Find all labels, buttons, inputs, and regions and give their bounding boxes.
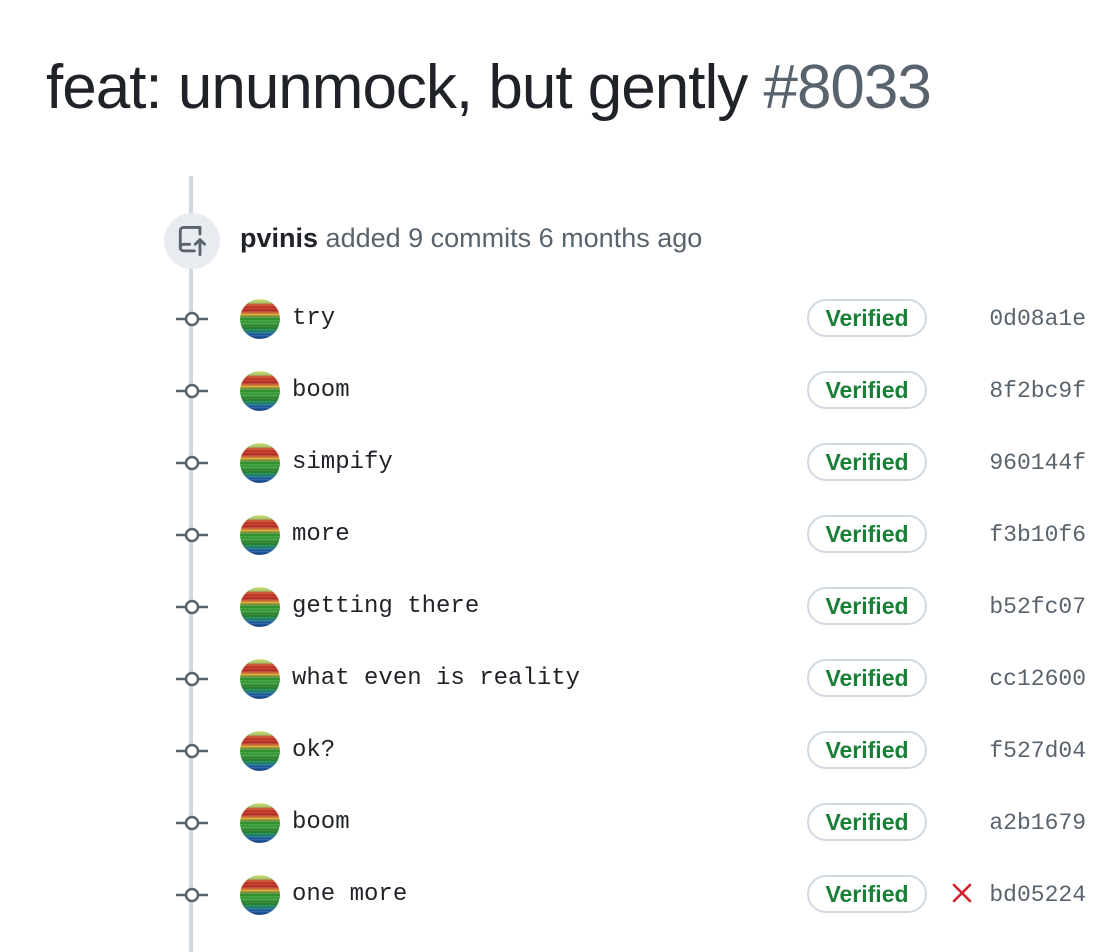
avatar[interactable] — [240, 875, 280, 915]
verified-badge[interactable]: Verified — [807, 371, 927, 409]
verified-badge[interactable]: Verified — [807, 587, 927, 625]
commit-sha-link[interactable]: f527d04 — [989, 735, 1086, 767]
commit-sha-link[interactable]: a2b1679 — [989, 807, 1086, 839]
push-icon — [178, 226, 207, 256]
avatar[interactable] — [240, 803, 280, 843]
commit-row: boom Verified 8f2bc9f — [0, 363, 1106, 419]
commit-sha-link[interactable]: f3b10f6 — [989, 519, 1086, 551]
commit-row: ok? Verified f527d04 — [0, 723, 1106, 779]
git-commit-icon — [176, 455, 208, 471]
avatar[interactable] — [240, 443, 280, 483]
commit-sha-link[interactable]: b52fc07 — [989, 591, 1086, 623]
avatar[interactable] — [240, 299, 280, 339]
git-commit-icon — [176, 527, 208, 543]
git-commit-icon — [176, 815, 208, 831]
verified-badge[interactable]: Verified — [807, 515, 927, 553]
event-author-link[interactable]: pvinis — [240, 223, 318, 253]
commit-message-link[interactable]: boom — [292, 807, 350, 839]
commit-message-link[interactable]: what even is reality — [292, 663, 580, 695]
commit-row: what even is reality Verified cc12600 — [0, 651, 1106, 707]
commit-row: one more Verified bd05224 — [0, 867, 1106, 923]
commit-sha-link[interactable]: 0d08a1e — [989, 303, 1086, 335]
avatar[interactable] — [240, 587, 280, 627]
x-icon[interactable] — [950, 881, 974, 905]
commit-sha-link[interactable]: cc12600 — [989, 663, 1086, 695]
commit-row: more Verified f3b10f6 — [0, 507, 1106, 563]
pr-title-text: feat: ununmock, but gently — [46, 53, 748, 122]
git-commit-icon — [176, 311, 208, 327]
commit-message-link[interactable]: ok? — [292, 735, 335, 767]
commit-row: simpify Verified 960144f — [0, 435, 1106, 491]
push-event-summary: pvinis added 9 commits 6 months ago — [240, 220, 702, 256]
commit-sha-link[interactable]: bd05224 — [989, 879, 1086, 911]
avatar[interactable] — [240, 515, 280, 555]
commit-sha-link[interactable]: 960144f — [989, 447, 1086, 479]
git-commit-icon — [176, 599, 208, 615]
verified-badge[interactable]: Verified — [807, 443, 927, 481]
verified-badge[interactable]: Verified — [807, 731, 927, 769]
git-commit-icon — [176, 671, 208, 687]
avatar[interactable] — [240, 731, 280, 771]
event-action-text: added 9 commits 6 months ago — [325, 223, 703, 253]
commit-message-link[interactable]: more — [292, 519, 350, 551]
commit-row: boom Verified a2b1679 — [0, 795, 1106, 851]
commit-message-link[interactable]: try — [292, 303, 335, 335]
commit-message-link[interactable]: simpify — [292, 447, 393, 479]
commit-sha-link[interactable]: 8f2bc9f — [989, 375, 1086, 407]
commit-message-link[interactable]: boom — [292, 375, 350, 407]
verified-badge[interactable]: Verified — [807, 875, 927, 913]
avatar[interactable] — [240, 659, 280, 699]
avatar[interactable] — [240, 371, 280, 411]
commit-message-link[interactable]: getting there — [292, 591, 479, 623]
commit-row: getting there Verified b52fc07 — [0, 579, 1106, 635]
verified-badge[interactable]: Verified — [807, 803, 927, 841]
commit-message-link[interactable]: one more — [292, 879, 407, 911]
verified-badge[interactable]: Verified — [807, 299, 927, 337]
verified-badge[interactable]: Verified — [807, 659, 927, 697]
git-commit-icon — [176, 383, 208, 399]
push-event-badge — [164, 213, 220, 269]
git-commit-icon — [176, 743, 208, 759]
commit-row: try Verified 0d08a1e — [0, 291, 1106, 347]
page-title: feat: ununmock, but gently #8033 — [46, 52, 932, 124]
pr-number: #8033 — [763, 53, 931, 122]
git-commit-icon — [176, 887, 208, 903]
